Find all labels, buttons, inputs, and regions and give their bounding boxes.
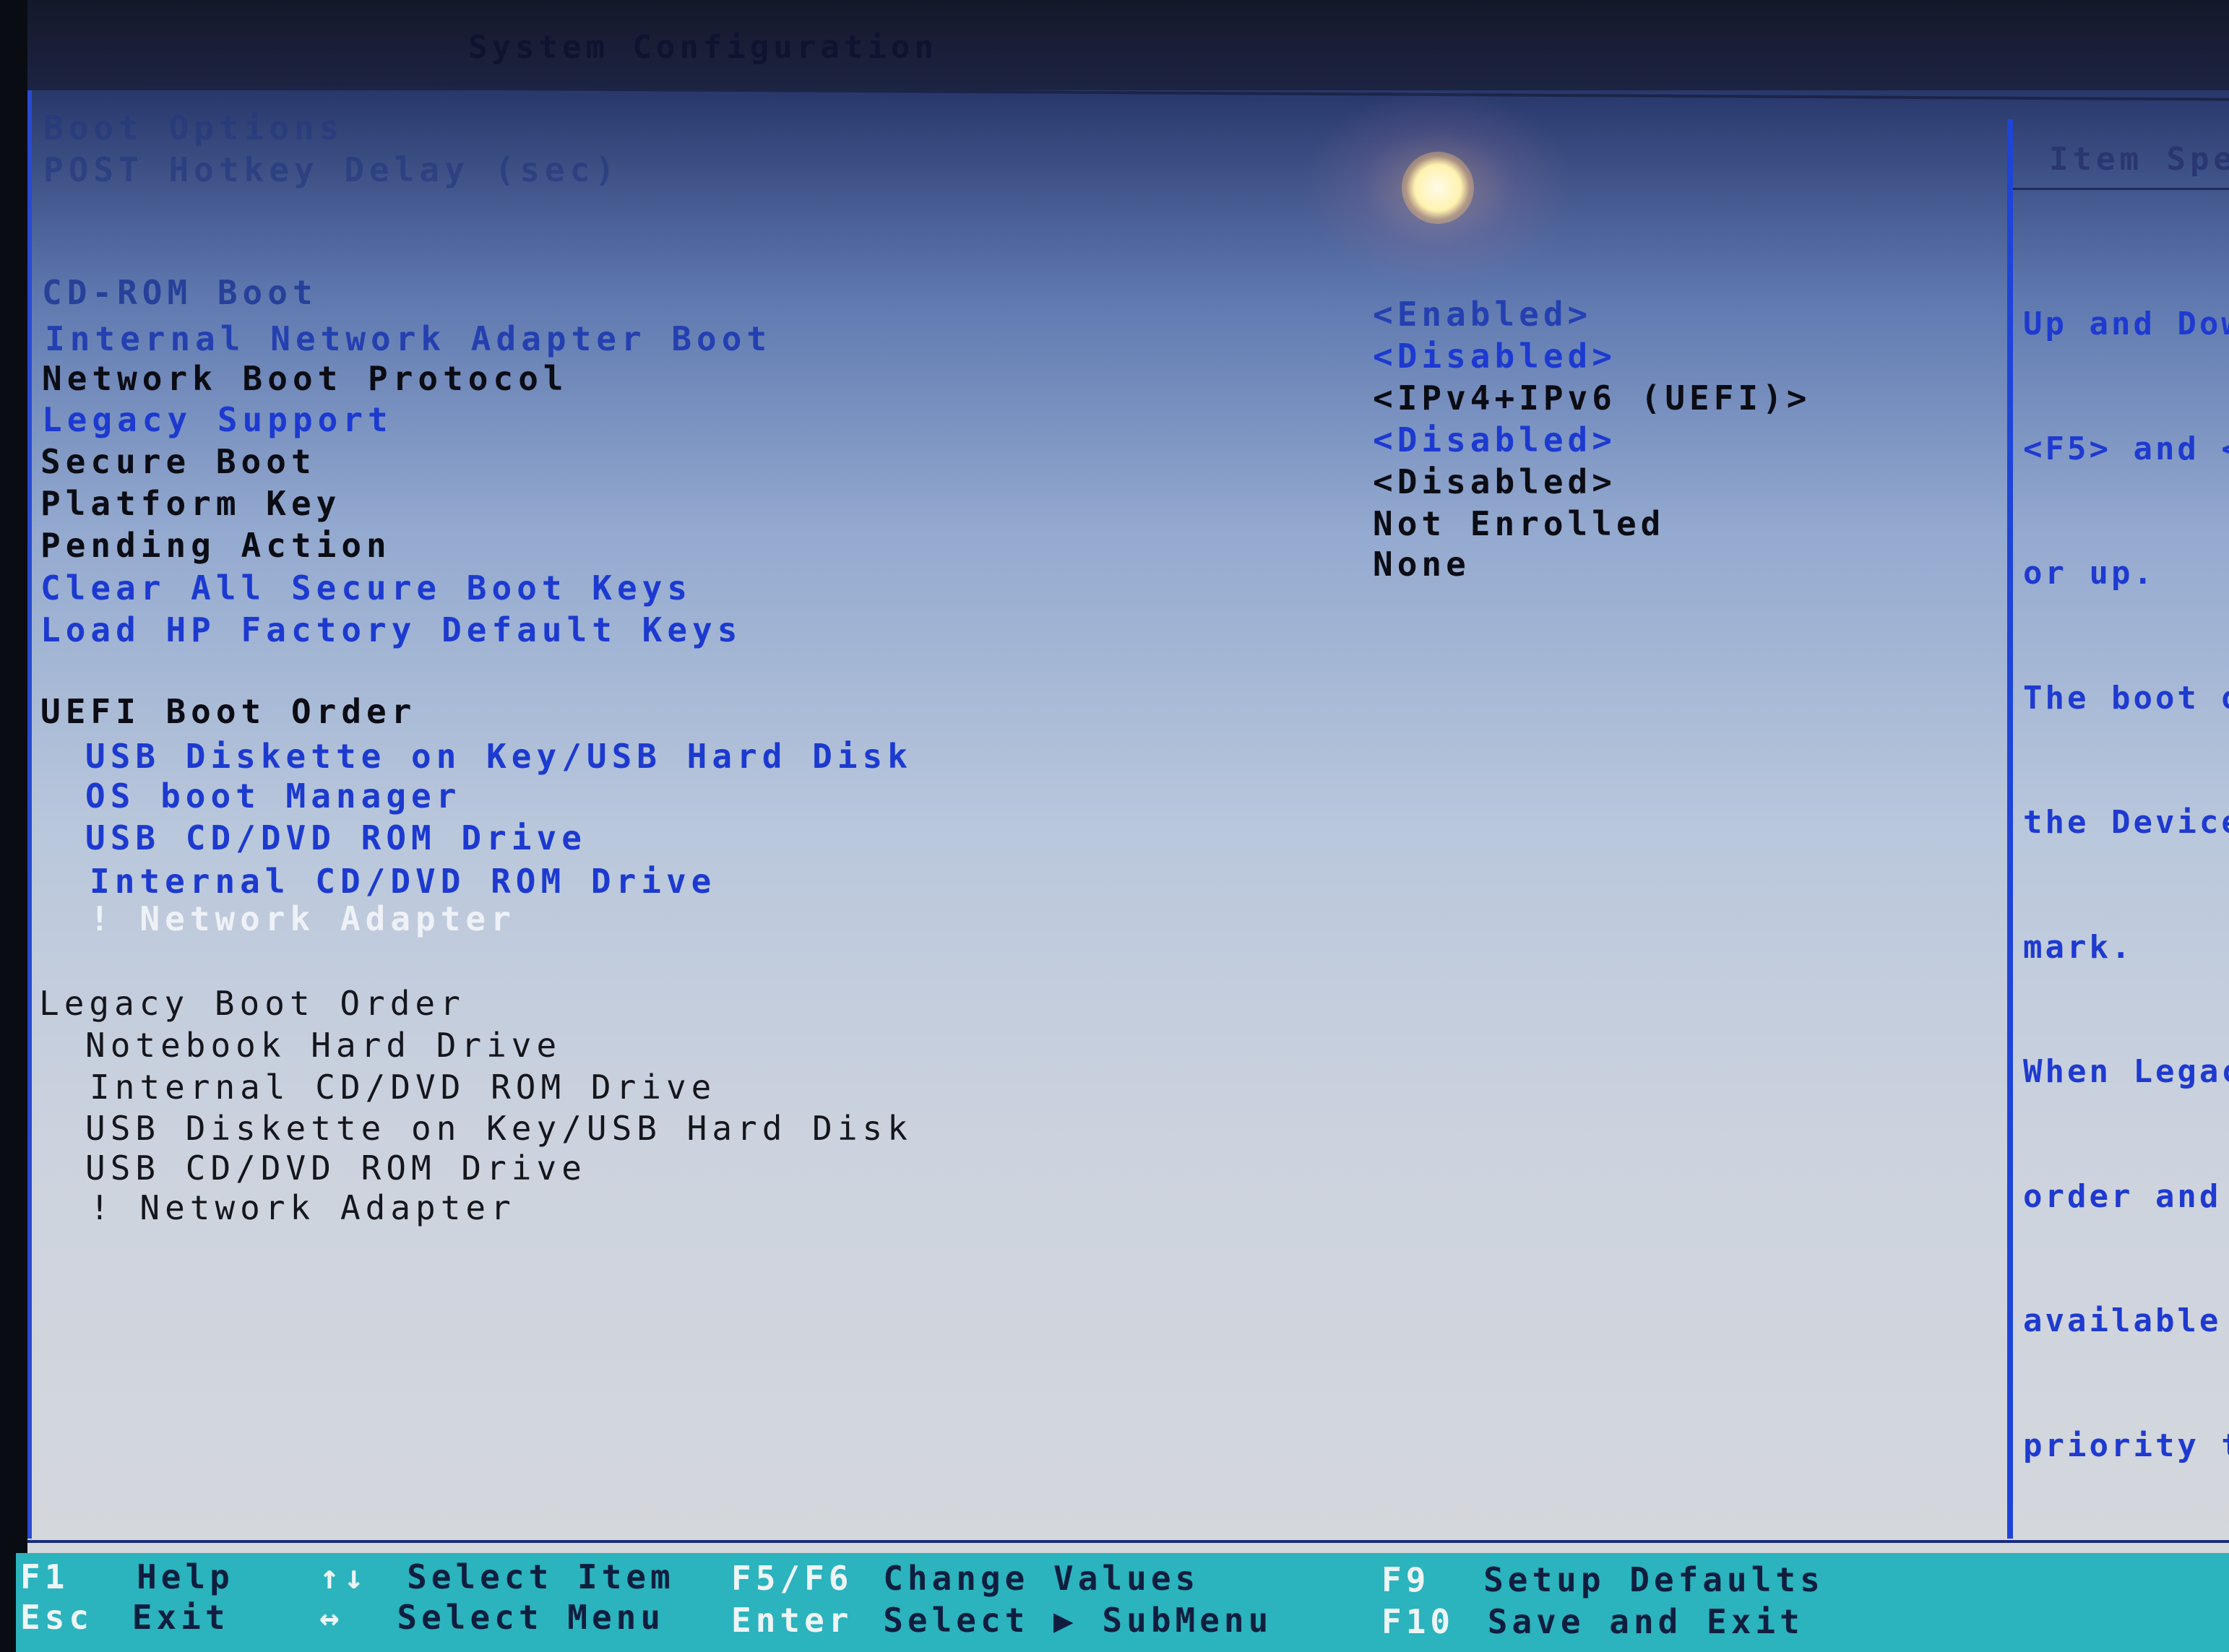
help-line: priority t [2023,1427,2229,1464]
title-bar: System Configuration [27,0,2229,90]
setting-cd-rom-boot[interactable]: CD-ROM Boot [42,273,318,312]
setting-pending-action: Pending Action [40,526,392,565]
setting-platform-key: Platform Key [40,484,342,523]
help-line: available [2023,1302,2222,1339]
uefi-boot-item[interactable]: Internal CD/DVD ROM Drive [90,862,716,901]
uefi-boot-item[interactable]: USB Diskette on Key/USB Hard Disk [85,737,913,776]
key-esc-desc: Exit [132,1598,230,1637]
key-legend-f10: F10 Save and Exit [1381,1602,1804,1641]
value-platform-key: Not Enrolled [1373,504,1665,543]
legacy-boot-item: USB Diskette on Key/USB Hard Disk [85,1109,913,1148]
key-enter-desc: Select ▶ SubMenu [883,1601,1273,1640]
uefi-boot-item[interactable]: OS boot Manager [85,777,461,816]
value-cd-rom-boot[interactable]: <Enabled> [1373,295,1592,334]
setting-secure-boot[interactable]: Secure Boot [40,442,316,481]
legacy-boot-item: USB CD/DVD ROM Drive [85,1149,587,1188]
help-panel-text: Up and Dow <F5> and < or up. The boot o … [2023,220,2229,1549]
key-legend-f9: F9 Setup Defaults [1381,1560,1824,1599]
key-enter: Enter [731,1601,853,1640]
help-line: the Device [2023,804,2229,841]
setting-load-hp-factory-default-keys[interactable]: Load HP Factory Default Keys [40,610,742,649]
legacy-boot-order-heading: Legacy Boot Order [39,984,465,1023]
key-legend-f1: F1 Help [20,1557,234,1596]
page-title: System Configuration [468,29,938,66]
panel-bottom-border [27,1540,2229,1543]
key-legend-f5f6: F5/F6 Change Values [731,1559,1199,1598]
uefi-boot-item[interactable]: USB CD/DVD ROM Drive [85,818,587,857]
setting-legacy-support[interactable]: Legacy Support [42,400,393,439]
key-f1-desc: Help [137,1557,234,1596]
key-legend-bar: F1 Help Esc Exit ↑↓ Select Item ↔ Select… [16,1553,2229,1652]
key-legend-leftright: ↔ Select Menu [319,1598,665,1637]
key-f1: F1 [20,1557,69,1596]
key-legend-enter: Enter Select ▶ SubMenu [731,1601,1272,1640]
help-line: mark. [2023,928,2134,966]
key-esc: Esc [20,1598,94,1637]
value-secure-boot[interactable]: <Disabled> [1373,462,1616,501]
help-line: or up. [2023,555,2155,592]
updown-arrows-icon: ↑↓ [319,1557,368,1596]
key-legend-updown: ↑↓ Select Item [319,1557,675,1596]
legacy-boot-item: ! Network Adapter [90,1188,516,1227]
key-f10-desc: Save and Exit [1487,1602,1804,1641]
key-updown-desc: Select Item [407,1557,675,1596]
value-legacy-support[interactable]: <Disabled> [1373,420,1616,459]
setting-clear-all-secure-boot-keys[interactable]: Clear All Secure Boot Keys [40,568,692,607]
uefi-boot-order-heading: UEFI Boot Order [40,692,417,731]
item-help-panel: Item Spec Up and Dow <F5> and < or up. T… [2007,119,2229,1539]
key-f9: F9 [1381,1560,1431,1599]
help-line: <F5> and < [2023,430,2229,467]
setting-network-boot-protocol[interactable]: Network Boot Protocol [42,359,569,398]
key-f9-desc: Setup Defaults [1483,1560,1824,1599]
key-legend-esc: Esc Exit [20,1598,230,1637]
menu-item-boot-options[interactable]: Boot Options [43,108,344,147]
key-leftright-desc: Select Menu [397,1598,665,1637]
value-network-boot-protocol[interactable]: <IPv4+IPv6 (UEFI)> [1373,379,1811,418]
value-internal-network-adapter-boot[interactable]: <Disabled> [1373,337,1616,376]
legacy-boot-item: Notebook Hard Drive [85,1026,562,1065]
help-panel-title: Item Spec [2049,141,2229,178]
monitor-bezel [0,0,27,1652]
value-pending-action: None [1373,545,1470,584]
help-panel-divider [2013,188,2229,190]
menu-item-post-hotkey-delay[interactable]: POST Hotkey Delay (sec) [43,150,620,189]
help-line: order and [2023,1177,2222,1215]
help-line: The boot o [2023,679,2229,717]
bios-screen: System Configuration Boot Options POST H… [0,0,2229,1652]
key-f5f6: F5/F6 [731,1559,853,1598]
uefi-boot-item-selected[interactable]: ! Network Adapter [90,899,516,938]
help-line: Up and Dow [2023,306,2229,342]
legacy-boot-item: Internal CD/DVD ROM Drive [90,1068,717,1107]
setting-internal-network-adapter-boot[interactable]: Internal Network Adapter Boot [45,319,772,358]
key-f10: F10 [1381,1602,1455,1641]
leftright-arrows-icon: ↔ [319,1598,344,1637]
key-f5f6-desc: Change Values [883,1559,1200,1598]
help-line: When Legac [2023,1053,2229,1090]
